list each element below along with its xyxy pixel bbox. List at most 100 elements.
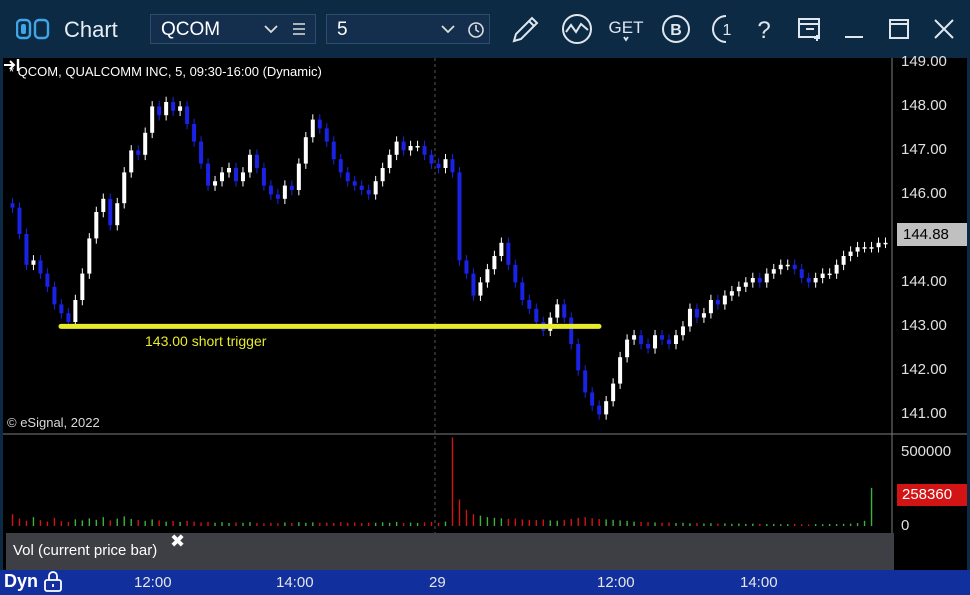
candle-body: [855, 247, 860, 252]
candle-body: [94, 212, 99, 239]
candle-body: [115, 203, 120, 226]
time-label: 12:00: [134, 574, 172, 591]
candle-body: [192, 124, 197, 142]
chevron-down-icon[interactable]: [441, 22, 455, 36]
candle-body: [178, 106, 183, 111]
price-tick-label: 142.00: [901, 361, 947, 379]
candle-body: [247, 154, 252, 173]
candle-body: [282, 185, 287, 199]
candle-body: [31, 260, 36, 265]
candle-body: [66, 313, 71, 322]
candle-body: [625, 339, 630, 358]
help-button[interactable]: ?: [746, 11, 782, 47]
candle-body: [268, 185, 273, 195]
price-tick-label: 149.00: [901, 53, 947, 71]
draw-pencil-button[interactable]: [508, 11, 544, 47]
candle-body: [317, 119, 322, 129]
pencil-icon: [512, 16, 539, 43]
candle-body: [492, 256, 497, 270]
candle-body: [555, 304, 560, 318]
candle-body: [289, 185, 294, 190]
clock-icon[interactable]: [467, 21, 485, 39]
minimize-button[interactable]: [836, 11, 872, 47]
price-chart[interactable]: [3, 58, 967, 570]
candle-body: [380, 168, 385, 182]
candle-body: [743, 282, 748, 287]
candle-body: [464, 260, 469, 274]
candle-body: [506, 242, 511, 265]
chart-area[interactable]: * QCOM, QUALCOMM INC, 5, 09:30-16:00 (Dy…: [3, 53, 967, 571]
candle-body: [764, 273, 769, 283]
one-label: 1: [723, 22, 732, 39]
candle-body: [261, 168, 266, 186]
candle-body: [611, 383, 616, 402]
candle-body: [143, 132, 148, 155]
study-panel: Vol (current price bar) ✖: [6, 531, 894, 571]
volume-tick-label: 500000: [901, 443, 952, 461]
candle-body: [590, 392, 595, 406]
chevron-down-icon[interactable]: [264, 22, 278, 36]
candle-body: [841, 256, 846, 265]
maximize-icon: [889, 19, 909, 39]
help-icon: ?: [757, 17, 770, 44]
last-volume-tag: 258360: [897, 484, 967, 506]
candle-body: [450, 159, 455, 173]
candle-body: [227, 168, 231, 173]
candle-body: [499, 242, 504, 256]
candle-body: [129, 150, 134, 173]
b-button[interactable]: B: [658, 11, 694, 47]
candle-body: [520, 282, 525, 300]
candle-body: [331, 141, 336, 160]
candle-body: [73, 300, 78, 322]
study-close-icon[interactable]: ✖: [170, 531, 185, 552]
candle-body: [136, 150, 141, 155]
candle-body: [17, 207, 22, 234]
layout-icon: [798, 18, 820, 41]
symbol-input[interactable]: QCOM: [150, 14, 316, 44]
candle-body: [443, 159, 448, 168]
price-tick-label: 147.00: [901, 141, 947, 159]
candle-body: [296, 163, 301, 190]
candle-body: [883, 242, 888, 245]
candle-body: [701, 313, 706, 318]
price-tick-label: 148.00: [901, 97, 947, 115]
candle-body: [199, 141, 204, 164]
candle-body: [660, 335, 665, 340]
one-button[interactable]: 1: [708, 11, 744, 47]
list-menu-icon[interactable]: [292, 22, 306, 36]
candle-body: [429, 154, 434, 164]
time-label: 29: [429, 574, 446, 591]
interval-input[interactable]: 5: [326, 14, 490, 44]
get-icon: GET: [609, 18, 643, 42]
candle-body: [345, 172, 350, 182]
candle-body: [750, 278, 755, 283]
studies-button[interactable]: [559, 11, 595, 47]
volume-tick-label: 0: [901, 517, 910, 534]
candle-body: [359, 185, 364, 190]
study-label: Vol (current price bar): [13, 542, 158, 559]
candle-body: [171, 102, 176, 111]
copyright-label: © eSignal, 2022: [7, 415, 100, 430]
candle-body: [59, 304, 64, 314]
price-tick-label: 141.00: [901, 405, 947, 423]
price-tick-label: 144.00: [901, 273, 947, 291]
time-label: 14:00: [740, 574, 778, 591]
candle-body: [45, 273, 50, 287]
candle-body: [38, 260, 43, 274]
candle-body: [694, 308, 699, 318]
time-axis[interactable]: Dyn 12:00 14:00 29 12:00 14:00: [0, 570, 970, 595]
lock-icon[interactable]: [43, 570, 63, 592]
close-button[interactable]: [926, 11, 962, 47]
candle-body: [848, 251, 853, 256]
interval-value: 5: [337, 19, 348, 40]
layout-button[interactable]: [792, 11, 828, 47]
maximize-button[interactable]: [881, 11, 917, 47]
candle-body: [366, 190, 371, 195]
candle-body: [157, 106, 162, 116]
candle-body: [646, 344, 651, 349]
get-button[interactable]: GET: [608, 11, 644, 47]
scroll-to-end-icon[interactable]: [3, 58, 21, 72]
candle-body: [604, 401, 609, 415]
candle-body: [876, 242, 881, 248]
candle-body: [527, 300, 532, 309]
